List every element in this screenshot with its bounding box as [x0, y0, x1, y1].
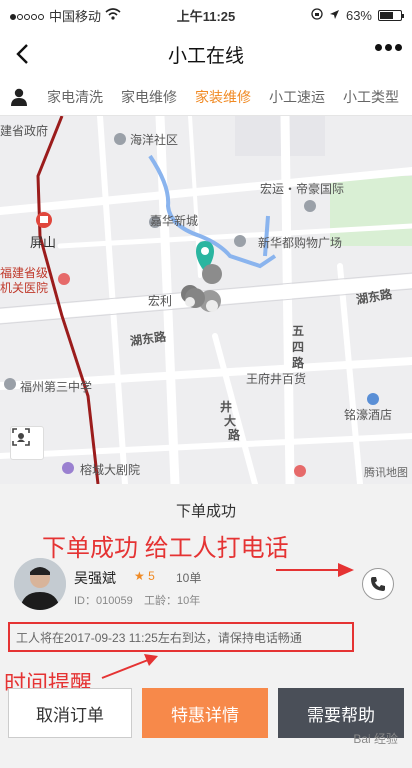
nav-bar: 小工在线: [0, 30, 412, 78]
map-label-hospital-2: 机关医院: [0, 281, 49, 295]
map-label-pingshan: 屏山: [30, 235, 57, 250]
road-label-wusi-1: 五: [292, 324, 305, 338]
tab-express-moving[interactable]: 小工速运: [260, 87, 334, 107]
phone-icon: [371, 577, 385, 591]
call-button[interactable]: [362, 568, 394, 600]
map-label-hongli: 宏利: [148, 294, 173, 308]
worker-rating: ★ 5: [134, 569, 155, 583]
worker-order-count: 10单: [176, 571, 202, 585]
worker-card: 吴强斌 ★ 5 10单 ID：010059 工龄：10年: [0, 556, 412, 616]
category-tabs: 家电清洗 家电维修 家装维修 小工速运 小工类型: [0, 78, 412, 116]
page-title: 小工在线: [167, 45, 244, 67]
map-label-rongcheng: 榕城大剧院: [80, 463, 141, 477]
tab-appliance-repair[interactable]: 家电维修: [112, 87, 186, 107]
worker-experience: 工龄：10年: [144, 595, 201, 607]
chevron-left-icon: [16, 44, 28, 64]
offer-details-button[interactable]: 特惠详情: [142, 688, 268, 738]
worker-rating-value: 5: [148, 569, 155, 583]
lock-rotation-icon: [311, 7, 323, 23]
more-button[interactable]: [375, 44, 402, 51]
carrier-label: 中国移动: [49, 8, 102, 24]
back-button[interactable]: [0, 30, 44, 78]
location-arrow-icon: [329, 8, 340, 23]
signal-icon: [10, 8, 45, 23]
map-brand: 腾讯地图: [364, 467, 408, 479]
star-icon: ★: [134, 569, 145, 583]
map-label-hongyun: 宏运・帝豪国际: [260, 182, 345, 196]
map-roads: [0, 116, 412, 484]
order-status-title: 下单成功: [175, 503, 236, 520]
tab-appliance-cleaning[interactable]: 家电清洗: [38, 87, 112, 107]
tab-home-repair[interactable]: 家装维修: [186, 87, 260, 107]
cancel-order-button[interactable]: 取消订单: [8, 688, 132, 738]
map-label-xinhua: 新华都购物广场: [258, 236, 343, 250]
road-label-wusi-2: 四: [292, 340, 305, 354]
user-profile-button[interactable]: [0, 78, 38, 116]
road-label-wusi-3: 路: [292, 356, 305, 370]
road-label-jingda-3: 路: [228, 428, 241, 442]
wifi-icon: [105, 7, 121, 23]
battery-percent: 63%: [345, 7, 372, 23]
user-icon: [11, 88, 27, 106]
map-label-wangfujing: 王府井百货: [246, 372, 307, 386]
map-label-school: 福州第三中学: [20, 380, 93, 394]
locate-button[interactable]: [10, 426, 44, 460]
map-label-gov: 建省政府: [0, 124, 49, 138]
map-label-haiyang: 海洋社区: [130, 133, 179, 147]
annotation-arrow-up: [101, 654, 158, 679]
map-label-jiahua: 嘉华新城: [150, 214, 199, 228]
battery-icon: [378, 9, 404, 21]
watermark: Bai 经验: [353, 732, 398, 746]
status-bar: 中国移动 上午11:25 63%: [0, 0, 412, 30]
worker-avatar: [14, 558, 66, 610]
arrival-notice: 工人将在2017-09-23 11:25左右到达，请保持电话畅通: [8, 622, 354, 652]
locate-icon: [12, 428, 30, 446]
worker-name: 吴强斌: [74, 570, 116, 586]
tab-worker-type[interactable]: 小工类型: [334, 87, 408, 107]
map-label-minghao: 铭濠酒店: [344, 408, 393, 422]
map-view[interactable]: 建省政府 海洋社区 宏运・帝豪国际 嘉华新城 新华都购物广场 屏山 福建省级 机…: [0, 116, 412, 484]
worker-id: ID：010059: [74, 595, 133, 607]
